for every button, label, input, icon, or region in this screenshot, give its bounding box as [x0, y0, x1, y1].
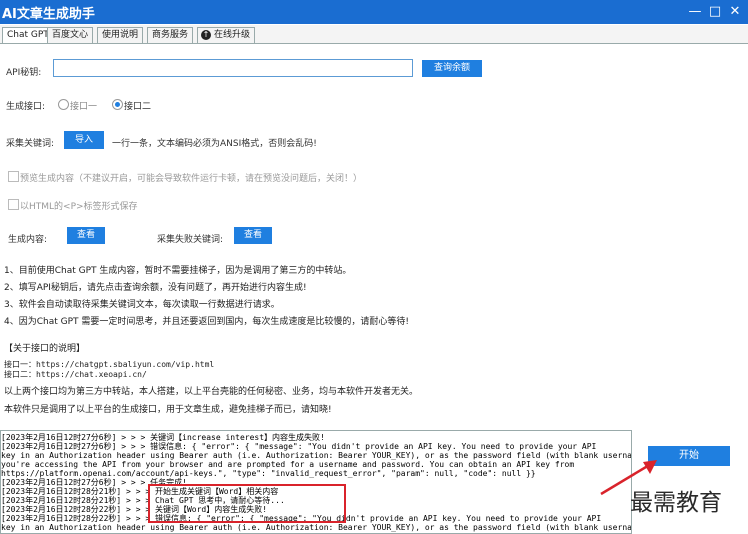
- log-line: key in an Authorization header using Bea…: [1, 523, 632, 532]
- radio-interface-2[interactable]: [112, 99, 123, 110]
- radio-interface-2-label: 接口二: [124, 102, 152, 112]
- about-desc-2: 本软件只是调用了以上平台的生成接口，用于文章生成，避免挂梯子而已，请知晓!: [4, 405, 332, 415]
- note-4: 4、因为Chat GPT 需要一定时间思考，并且还要返回到国内，每次生成速度是比…: [4, 317, 409, 327]
- watermark-logo: 最需教育: [630, 490, 722, 516]
- html-p-label: 以HTML的<P>标签形式保存: [20, 202, 138, 212]
- note-1: 1、目前使用Chat GPT 生成内容，暂时不需要挂梯子，因为是调用了第三方的中…: [4, 266, 352, 276]
- preview-label: 预览生成内容（不建议开启，可能会导致软件运行卡顿，请在预览没问题后，关闭！）: [20, 174, 363, 184]
- about-title: 【关于接口的说明】: [4, 344, 86, 354]
- gen-interface-label: 生成接口:: [6, 102, 46, 112]
- view-failed-button[interactable]: 查看: [234, 227, 272, 244]
- tab-online-upgrade-label: 在线升级: [214, 30, 251, 40]
- about-desc-1: 以上两个接口均为第三方中转站，本人搭建，以上平台壳能的任何秘密、业务，均与本软件…: [4, 387, 419, 397]
- about-url-2: 接口二：https://chat.xeoapi.cn/: [4, 370, 147, 379]
- tab-instructions[interactable]: 使用说明: [97, 27, 144, 43]
- tab-online-upgrade[interactable]: ↑ 在线升级: [197, 27, 256, 43]
- log-output[interactable]: [2023年2月16日12时27分6秒] > > > 关键词【increase …: [0, 430, 632, 534]
- keywords-label: 采集关键词:: [6, 139, 55, 149]
- query-balance-button[interactable]: 查询余额: [422, 60, 482, 77]
- preview-checkbox[interactable]: [8, 171, 19, 182]
- note-3: 3、软件会自动读取待采集关键词文本，每次读取一行数据进行请求。: [4, 300, 280, 310]
- radio-interface-1[interactable]: [58, 99, 69, 110]
- html-p-checkbox[interactable]: [8, 199, 19, 210]
- failed-keywords-label: 采集失败关键词:: [157, 235, 224, 245]
- close-button[interactable]: ✕: [726, 3, 744, 21]
- tab-business[interactable]: 商务服务: [147, 27, 194, 43]
- api-key-input[interactable]: [53, 59, 413, 77]
- view-content-button[interactable]: 查看: [67, 227, 105, 244]
- radio-interface-1-label: 接口一: [70, 102, 98, 112]
- upgrade-icon: ↑: [201, 30, 211, 40]
- tab-bar: Chat GPT 百度文心 使用说明 商务服务 ↑ 在线升级: [0, 25, 748, 44]
- log-highlight-box: [148, 484, 346, 523]
- content-label: 生成内容:: [8, 235, 48, 245]
- window-title: AI文章生成助手: [2, 7, 95, 22]
- api-key-label: API秘钥:: [6, 68, 42, 78]
- keywords-hint: 一行一条，文本编码必须为ANSI格式，否则会乱码!: [112, 139, 317, 149]
- maximize-button[interactable]: □: [706, 3, 724, 21]
- tab-baidu-wenxin[interactable]: 百度文心: [47, 27, 94, 43]
- note-2: 2、填写API秘钥后，请先点击查询余额，没有问题了，再开始进行内容生成!: [4, 283, 307, 293]
- import-button[interactable]: 导入: [64, 131, 104, 149]
- minimize-button[interactable]: —: [686, 3, 704, 21]
- title-bar: AI文章生成助手 — □ ✕: [0, 0, 748, 24]
